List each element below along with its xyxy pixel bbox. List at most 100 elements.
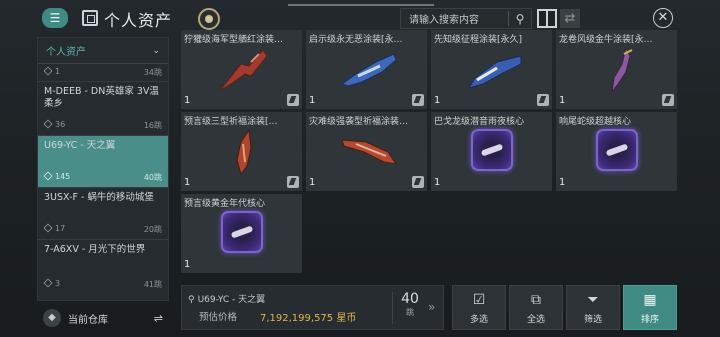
cube-icon bbox=[43, 171, 53, 181]
skin-badge-icon bbox=[287, 94, 299, 106]
skin-badge-icon bbox=[412, 176, 424, 188]
ship-skin-image bbox=[340, 53, 397, 87]
select-all-button[interactable]: ⧉ 全选 bbox=[509, 285, 563, 330]
core-module-image bbox=[596, 129, 638, 171]
location-name: 7-A6XV - 月光下的世界 bbox=[44, 244, 146, 255]
sort-button[interactable]: ▦ 排序 bbox=[623, 285, 677, 330]
ship-skin-image bbox=[611, 46, 633, 93]
item-card[interactable]: 响尾蛇级超越核心 1 bbox=[556, 112, 677, 191]
top-divider bbox=[288, 4, 434, 6]
search-input[interactable]: 请输入搜索内容 bbox=[401, 11, 508, 26]
item-quantity: 1 bbox=[184, 95, 191, 106]
summary-divider bbox=[392, 292, 393, 324]
ship-skin-image bbox=[467, 55, 522, 89]
item-name: 响尾蛇级超越核心 bbox=[559, 117, 632, 127]
close-icon[interactable]: ✕ bbox=[653, 8, 673, 28]
select-all-label: 全选 bbox=[526, 315, 545, 325]
location-count: 36 bbox=[55, 120, 66, 129]
jump-number: 40 bbox=[401, 291, 419, 307]
assets-icon bbox=[82, 10, 98, 26]
swap-icon[interactable]: ⇌ bbox=[154, 312, 163, 325]
location-item[interactable]: M-DEEB - DN英雄家 3V温柔乡 36 16跳 bbox=[38, 82, 168, 136]
swap-view-icon[interactable]: ⇄ bbox=[560, 9, 580, 28]
checkbox-icon: ☑ bbox=[472, 292, 486, 308]
item-card[interactable]: 先知级征程涂装[永久] 1 bbox=[431, 30, 552, 109]
jump-unit: 跳 bbox=[406, 308, 414, 317]
current-warehouse-button[interactable]: ◆ 当前仓库 ⇌ bbox=[37, 303, 169, 333]
location-item[interactable]: 1 34跳 bbox=[38, 64, 168, 82]
page-title: 个人资产 bbox=[104, 11, 173, 30]
location-sidebar: 个人资产 ⌄ 1 34跳 M-DEEB - DN英雄家 3V温柔乡 36 16跳… bbox=[37, 37, 169, 301]
core-module-image bbox=[471, 129, 513, 171]
filter-label: 筛选 bbox=[583, 315, 602, 325]
location-jumps: 20跳 bbox=[143, 225, 162, 234]
dropdown-label: 个人资产 bbox=[46, 47, 86, 58]
multi-select-button[interactable]: ☑ 多选 bbox=[452, 285, 506, 330]
item-card[interactable]: 狞獾级海军型舾红涂装… 1 bbox=[181, 30, 302, 109]
filter-button[interactable]: ⏷ 筛选 bbox=[566, 285, 620, 330]
multi-select-label: 多选 bbox=[469, 315, 488, 325]
location-pin-icon: ⚲ bbox=[188, 295, 195, 305]
location-count: 1 bbox=[55, 67, 61, 76]
price-label: 预估价格 bbox=[199, 312, 238, 323]
item-card[interactable]: 巴戈龙级潜音雨夜核心 1 bbox=[431, 112, 552, 191]
location-count: 145 bbox=[55, 172, 71, 181]
menu-icon: ☰ bbox=[49, 11, 61, 25]
cube-icon bbox=[43, 119, 53, 129]
summary-location: ⚲ U69-YC - 天之翼 bbox=[188, 292, 265, 305]
cube-icon bbox=[43, 278, 53, 288]
item-quantity: 1 bbox=[184, 177, 191, 188]
cube-icon bbox=[43, 223, 53, 233]
location-name: 3USX-F - 蜗牛的移动城堡 bbox=[44, 192, 154, 203]
location-item-selected[interactable]: U69-YC - 天之翼 145 40跳 bbox=[38, 136, 168, 188]
location-jumps: 41跳 bbox=[143, 280, 162, 289]
chevron-down-icon: ⌄ bbox=[152, 45, 160, 56]
ship-skin-image bbox=[220, 49, 268, 91]
location-jumps: 34跳 bbox=[143, 68, 162, 77]
wallet-icon[interactable] bbox=[198, 8, 220, 30]
item-quantity: 1 bbox=[434, 95, 441, 106]
item-card[interactable]: 启示级永无恶涂装[永… 1 bbox=[306, 30, 427, 109]
location-jumps: 16跳 bbox=[143, 121, 162, 130]
location-item[interactable]: 3USX-F - 蜗牛的移动城堡 17 20跳 bbox=[38, 188, 168, 240]
item-quantity: 1 bbox=[559, 95, 566, 106]
cube-icon bbox=[43, 66, 53, 76]
skin-badge-icon bbox=[537, 94, 549, 106]
warehouse-label: 当前仓库 bbox=[68, 314, 108, 326]
select-all-icon: ⧉ bbox=[531, 292, 541, 308]
filter-icon: ⏷ bbox=[587, 292, 599, 308]
location-jumps: 40跳 bbox=[143, 173, 162, 182]
chevron-right-icon[interactable]: » bbox=[428, 300, 435, 314]
search-box[interactable]: 请输入搜索内容 ⚲ bbox=[400, 8, 532, 29]
location-summary: ⚲ U69-YC - 天之翼 预估价格 7,192,199,575 星币 40 跳… bbox=[181, 285, 444, 330]
item-quantity: 1 bbox=[309, 177, 316, 188]
sort-label: 排序 bbox=[640, 315, 659, 325]
location-name: U69-YC - 天之翼 bbox=[44, 140, 116, 151]
item-name: 巴戈龙级潜音雨夜核心 bbox=[434, 117, 525, 127]
item-card[interactable]: 预言级黄金年代核心 1 bbox=[181, 194, 302, 273]
item-quantity: 1 bbox=[559, 177, 566, 188]
asset-dropdown[interactable]: 个人资产 ⌄ bbox=[38, 38, 168, 64]
location-item[interactable]: 7-A6XV - 月光下的世界 3 41跳 bbox=[38, 240, 168, 294]
skin-badge-icon bbox=[287, 176, 299, 188]
sort-icon: ▦ bbox=[643, 292, 657, 308]
ship-skin-image bbox=[236, 128, 252, 176]
location-count: 3 bbox=[55, 279, 61, 288]
item-card[interactable]: 预言级三型祈福涂装[… 1 bbox=[181, 112, 302, 191]
item-quantity: 1 bbox=[434, 177, 441, 188]
grid-view-icon[interactable] bbox=[537, 9, 557, 28]
core-module-image bbox=[221, 211, 263, 253]
item-name: 预言级黄金年代核心 bbox=[184, 199, 266, 209]
location-count: 17 bbox=[55, 224, 66, 233]
item-card[interactable]: 龙卷风级金牛涂装[永… 1 bbox=[556, 30, 677, 109]
skin-badge-icon bbox=[662, 94, 674, 106]
item-card[interactable]: 灾难级强袭型祈福涂装… 1 bbox=[306, 112, 427, 191]
summary-location-name: U69-YC - 天之翼 bbox=[197, 295, 266, 305]
skin-badge-icon bbox=[412, 94, 424, 106]
item-quantity: 1 bbox=[309, 95, 316, 106]
ship-skin-image bbox=[341, 139, 398, 165]
search-icon[interactable]: ⚲ bbox=[509, 12, 531, 26]
menu-button[interactable]: ☰ bbox=[42, 8, 68, 28]
price-value: 7,192,199,575 星币 bbox=[260, 313, 357, 324]
jump-count[interactable]: 40 跳 bbox=[397, 291, 423, 318]
